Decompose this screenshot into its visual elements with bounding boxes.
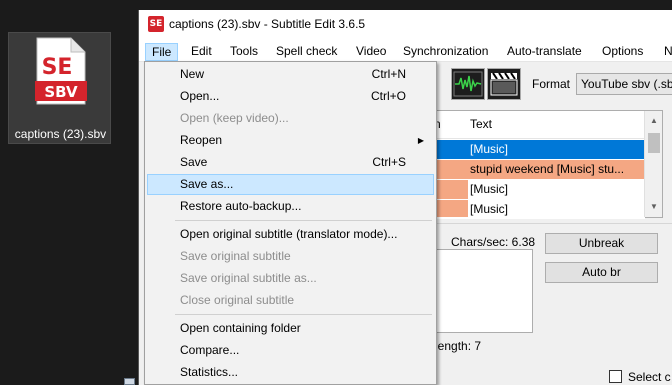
menu-item-save-original-as[interactable]: Save original subtitle as... (147, 268, 434, 289)
menu-item-label: Compare... (180, 343, 240, 357)
menu-item-compare[interactable]: Compare... (147, 340, 434, 361)
waveform-button[interactable] (451, 68, 485, 100)
menu-item-label: Save as... (180, 177, 234, 191)
menu-item-label: Open original subtitle (translator mode)… (180, 227, 398, 241)
subtitle-grid[interactable]: n Text [Music] stupid weekend [Music] st… (434, 110, 663, 219)
menu-item-save-original[interactable]: Save original subtitle (147, 246, 434, 267)
divider (435, 223, 672, 224)
column-header-text[interactable]: Text (470, 117, 492, 131)
table-row[interactable]: [Music] (436, 140, 645, 159)
table-row[interactable]: [Music] (436, 180, 645, 199)
row-text: [Music] (470, 202, 509, 216)
menu-item-label: Open containing folder (180, 321, 301, 335)
menu-item-open-keep-video[interactable]: Open (keep video)... (147, 108, 434, 129)
title-bar: SE captions (23).sbv - Subtitle Edit 3.6… (139, 10, 672, 40)
file-icon-badge-bottom: SBV (44, 83, 78, 101)
menu-edit[interactable]: Edit (185, 43, 218, 61)
grid-header: n Text (434, 111, 645, 139)
row-text: [Music] (470, 182, 509, 196)
menu-item-label: Open (keep video)... (180, 111, 289, 125)
menu-item-label: Reopen (180, 133, 223, 147)
grid-scrollbar[interactable]: ▲ ▼ (644, 111, 662, 217)
menu-item-new[interactable]: New Ctrl+N (147, 64, 434, 85)
menu-item-label: Save (180, 155, 208, 169)
file-icon-badge-top: SE (42, 55, 73, 80)
scroll-thumb[interactable] (648, 133, 660, 153)
app-icon: SE (148, 16, 164, 32)
select-checkbox-label: Select c (628, 370, 671, 384)
menu-item-save-as[interactable]: Save as... (147, 174, 434, 195)
waveform-icon (453, 71, 483, 97)
menu-bar: File Edit Tools Spell check Video Synchr… (139, 40, 672, 62)
menu-video[interactable]: Video (350, 43, 392, 61)
format-label: Format (532, 77, 571, 91)
menu-separator (175, 314, 432, 315)
row-text: stupid weekend [Music] stu... (470, 162, 625, 176)
menu-item-label: New (180, 67, 205, 81)
scroll-down-icon[interactable]: ▼ (645, 199, 663, 215)
menu-item-open-containing-folder[interactable]: Open containing folder (147, 318, 434, 339)
menu-item-close-original[interactable]: Close original subtitle (147, 290, 434, 311)
window-title: captions (23).sbv - Subtitle Edit 3.6.5 (169, 17, 366, 31)
menu-item-save[interactable]: Save Ctrl+S (147, 152, 434, 173)
chars-per-sec: Chars/sec: 6.38 (451, 235, 536, 249)
subtitle-text-box[interactable] (435, 249, 533, 333)
menu-item-shortcut: Ctrl+N (371, 67, 406, 81)
desktop-file-icon[interactable]: SE SBV captions (23).sbv (8, 32, 111, 144)
menu-item-statistics[interactable]: Statistics... (147, 362, 434, 383)
menu-file[interactable]: File (145, 43, 179, 61)
scroll-up-icon[interactable]: ▲ (645, 113, 663, 129)
menu-item-shortcut: Ctrl+S (372, 155, 406, 169)
menu-item-label: Restore auto-backup... (180, 199, 302, 213)
menu-more[interactable]: N (658, 43, 672, 61)
menu-tools[interactable]: Tools (224, 43, 264, 61)
file-menu-dropdown: New Ctrl+N Open... Ctrl+O Open (keep vid… (144, 61, 437, 385)
menu-item-label: Statistics... (180, 365, 239, 379)
row-text: [Music] (470, 142, 509, 156)
menu-spell-check[interactable]: Spell check (270, 43, 343, 61)
menu-separator (175, 220, 432, 221)
menu-item-label: Save original subtitle (180, 249, 291, 263)
format-select[interactable]: YouTube sbv (.sbv) (576, 73, 672, 95)
menu-auto-translate[interactable]: Auto-translate (501, 43, 588, 61)
sbv-file-icon: SE SBV (35, 37, 87, 105)
submenu-arrow-icon: ▶ (417, 136, 424, 145)
menu-item-restore-auto-backup[interactable]: Restore auto-backup... (147, 196, 434, 217)
menu-item-open-original[interactable]: Open original subtitle (translator mode)… (147, 224, 434, 245)
video-button[interactable] (487, 68, 521, 100)
menu-item-open[interactable]: Open... Ctrl+O (147, 86, 434, 107)
tray-icon[interactable] (124, 378, 135, 385)
table-row[interactable]: [Music] (436, 200, 645, 219)
desktop-file-label: captions (23).sbv (14, 127, 107, 141)
menu-item-reopen[interactable]: Reopen ▶ (147, 130, 434, 151)
menu-options[interactable]: Options (596, 43, 649, 61)
select-checkbox[interactable] (609, 370, 622, 383)
menu-synchronization[interactable]: Synchronization (397, 43, 494, 61)
menu-item-label: Open... (180, 89, 220, 103)
menu-item-shortcut: Ctrl+O (370, 89, 406, 103)
menu-item-label: Save original subtitle as... (180, 271, 317, 285)
select-checkbox-row[interactable]: Select c (609, 370, 671, 384)
table-row[interactable]: stupid weekend [Music] stu... (436, 160, 645, 179)
menu-item-label: Close original subtitle (180, 293, 295, 307)
auto-br-button[interactable]: Auto br (545, 262, 658, 283)
unbreak-button[interactable]: Unbreak (545, 233, 658, 254)
video-clapper-icon (490, 72, 518, 96)
line-length: length: 7 (435, 339, 482, 353)
